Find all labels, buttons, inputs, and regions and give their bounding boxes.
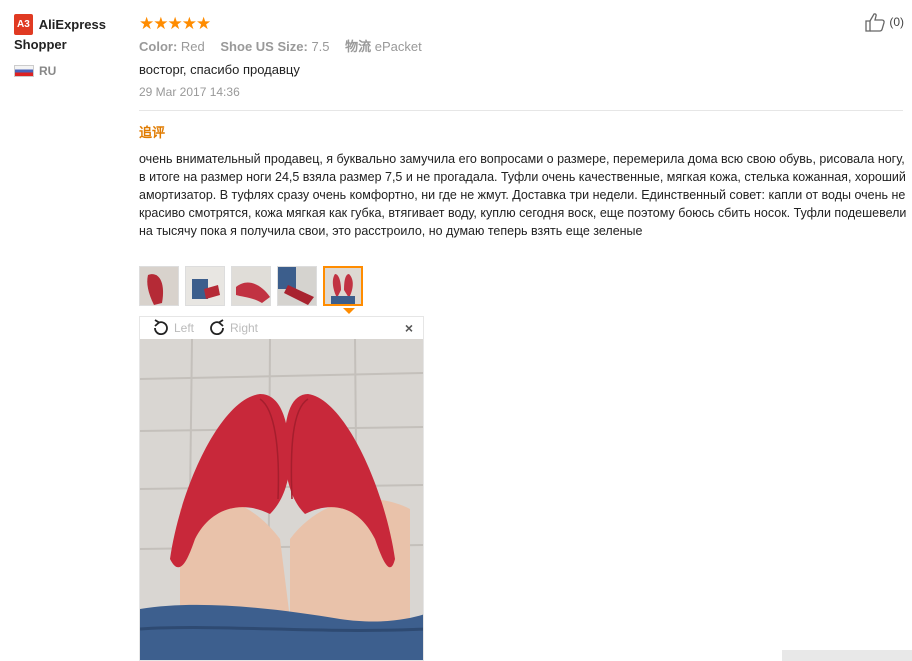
image-viewer: Left Right × — [139, 316, 424, 661]
attr-color-value: Red — [180, 39, 205, 54]
photo-thumbnail[interactable] — [231, 266, 271, 306]
country-code: RU — [39, 64, 57, 78]
photo-thumbnail[interactable] — [277, 266, 317, 306]
followup-label: 追评 — [139, 125, 166, 140]
scrollbar[interactable] — [782, 650, 912, 661]
star-rating: ★★★★★ — [139, 14, 211, 33]
reviewer-country: RU — [14, 64, 132, 78]
rotate-left-button[interactable]: Left — [150, 319, 194, 337]
reviewer-info: A3 AliExpress Shopper RU — [14, 14, 132, 78]
rotate-left-icon — [154, 319, 168, 336]
level-badge: A3 — [14, 14, 33, 35]
selected-thumb-pointer — [343, 308, 355, 314]
attr-size-value: 7.5 — [311, 39, 330, 54]
rotate-right-icon — [210, 319, 224, 336]
like-count: (0) — [889, 15, 904, 29]
viewer-toolbar: Left Right × — [140, 317, 423, 339]
divider — [139, 110, 903, 111]
review-photo — [140, 339, 423, 660]
review-date: 29 Mar 2017 14:36 — [139, 85, 240, 99]
attr-color-label: Color: — [139, 39, 178, 54]
photo-thumbnail-selected[interactable] — [323, 266, 363, 306]
close-icon[interactable]: × — [405, 320, 413, 336]
russia-flag-icon — [14, 65, 34, 77]
attr-logistics-label: 物流 — [345, 39, 372, 54]
review-text: восторг, спасибо продавцу — [139, 62, 300, 77]
followup-text: очень внимательный продавец, я буквально… — [139, 152, 907, 238]
order-attributes: Color: Red Shoe US Size: 7.5 物流 ePacket — [139, 36, 434, 55]
like-button[interactable]: (0) — [864, 12, 904, 32]
attr-size-label: Shoe US Size: — [220, 39, 308, 54]
reviewer-name-row: A3 AliExpress Shopper — [14, 14, 132, 54]
rotate-right-label: Right — [230, 321, 259, 335]
rotate-right-button[interactable]: Right — [206, 319, 258, 337]
photo-thumbnails — [139, 266, 369, 306]
photo-thumbnail[interactable] — [185, 266, 225, 306]
photo-thumbnail[interactable] — [139, 266, 179, 306]
rotate-left-label: Left — [174, 321, 195, 335]
thumbs-up-icon — [865, 13, 886, 32]
attr-logistics-value: ePacket — [374, 39, 422, 54]
